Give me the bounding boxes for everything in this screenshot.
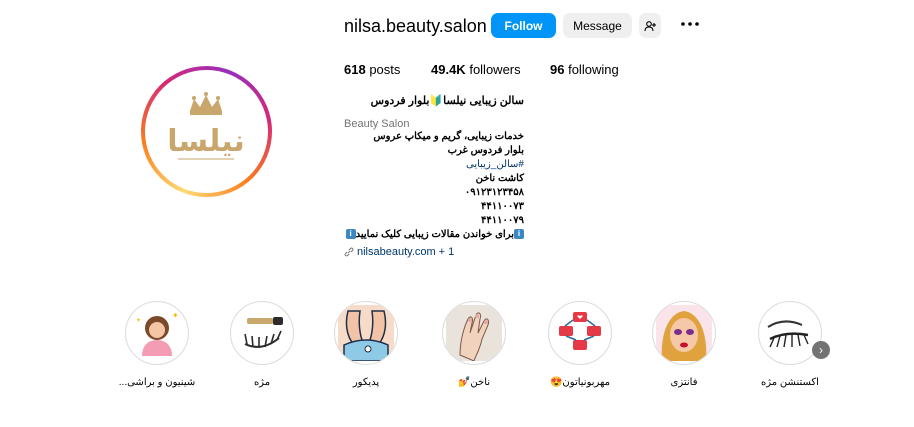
bio-link[interactable]: nilsabeauty.com + 1 bbox=[344, 246, 454, 258]
highlights-next-button[interactable]: › bbox=[812, 341, 830, 359]
info-icon: i bbox=[514, 229, 524, 240]
highlight-label: پدیکور bbox=[352, 377, 380, 388]
bio-text: خدمات زیبایی، گریم و میکاپ عروس بلوار فر… bbox=[344, 130, 524, 242]
posts-label: posts bbox=[369, 62, 401, 77]
highlight-label: شینیون و براشی... bbox=[118, 377, 196, 388]
highlight-cover bbox=[548, 301, 612, 365]
mascara-icon bbox=[244, 317, 283, 348]
posts-count: 618 bbox=[344, 62, 366, 77]
posts-stat: 618 posts bbox=[344, 62, 400, 77]
bio-line: خدمات زیبایی، گریم و میکاپ عروس bbox=[373, 131, 524, 142]
highlight-item[interactable]: پدیکور bbox=[321, 301, 411, 388]
highlight-item[interactable]: ✦ ✦ شینیون و براشی... bbox=[112, 301, 202, 388]
bio-line: بلوار فردوس غرب bbox=[447, 145, 524, 156]
bio-name: سالن زیبایی نیلسا🔰بلوار فردوس bbox=[370, 95, 524, 107]
highlight-label: ناخن💅 bbox=[457, 377, 491, 388]
highlight-item[interactable]: مهربونیاتون😍 bbox=[535, 301, 625, 388]
highlight-item[interactable]: فانتزی bbox=[639, 301, 729, 388]
highlight-item[interactable]: مژه bbox=[217, 301, 307, 388]
highlight-cover bbox=[230, 301, 294, 365]
hand-nails-icon bbox=[446, 305, 502, 361]
bio-category: Beauty Salon bbox=[344, 118, 410, 130]
svg-text:✦: ✦ bbox=[136, 317, 141, 324]
bio-phone: ۴۴۱۱۰۰۷۹ bbox=[481, 215, 524, 226]
chevron-right-icon: › bbox=[819, 343, 823, 357]
followers-count: 49.4K bbox=[431, 62, 466, 77]
heart-messages-icon bbox=[559, 312, 601, 350]
following-stat[interactable]: 96 following bbox=[550, 62, 619, 77]
username: nilsa.beauty.salon bbox=[344, 16, 487, 36]
more-options-icon[interactable] bbox=[680, 14, 700, 34]
avatar-border: نیلسا bbox=[145, 70, 268, 193]
profile-avatar[interactable]: نیلسا bbox=[141, 66, 272, 197]
following-count: 96 bbox=[550, 62, 565, 77]
crown-icon bbox=[190, 92, 222, 115]
svg-text:✦: ✦ bbox=[172, 311, 179, 320]
bio-phone: ۴۴۱۱۰۰۷۳ bbox=[481, 201, 524, 212]
salon-logo: نیلسا bbox=[150, 75, 263, 188]
bio-hashtag[interactable]: #سالن_زیبایی bbox=[344, 158, 524, 172]
followers-label: followers bbox=[469, 62, 521, 77]
following-label: following bbox=[568, 62, 619, 77]
bio-link-text[interactable]: nilsabeauty.com bbox=[357, 246, 436, 258]
highlight-cover bbox=[758, 301, 822, 365]
bio-articles-text: برای خواندن مقالات زیبایی کلیک نمایید bbox=[355, 229, 514, 240]
logo-text: نیلسا bbox=[167, 124, 245, 159]
suggest-user-button[interactable] bbox=[639, 13, 661, 38]
fantasy-makeup-icon bbox=[656, 305, 712, 361]
woman-icon: ✦ ✦ bbox=[136, 311, 179, 356]
message-button[interactable]: Message bbox=[563, 13, 632, 38]
highlight-label: فانتزی bbox=[670, 377, 698, 388]
bio-line: کاشت ناخن bbox=[475, 173, 524, 184]
link-icon bbox=[344, 247, 354, 257]
highlight-cover bbox=[442, 301, 506, 365]
highlight-label: مژه bbox=[253, 377, 271, 388]
eyelash-extension-icon bbox=[767, 320, 809, 348]
highlight-cover bbox=[334, 301, 398, 365]
highlight-label: مهربونیاتون😍 bbox=[549, 377, 611, 388]
highlight-cover bbox=[652, 301, 716, 365]
add-user-icon bbox=[644, 20, 656, 31]
pedicure-icon bbox=[338, 305, 394, 361]
bio-line-articles: iبرای خواندن مقالات زیبایی کلیک نماییدi bbox=[344, 228, 524, 242]
highlight-item[interactable]: ناخن💅 bbox=[429, 301, 519, 388]
followers-stat[interactable]: 49.4K followers bbox=[431, 62, 521, 77]
highlight-label: اکستنشن مژه bbox=[761, 377, 819, 388]
follow-button[interactable]: Follow bbox=[491, 13, 556, 38]
bio-link-more[interactable]: + 1 bbox=[439, 246, 455, 258]
highlight-cover: ✦ ✦ bbox=[125, 301, 189, 365]
bio-phone: ۰۹۱۲۳۱۲۳۴۵۸ bbox=[464, 187, 524, 198]
salon-logo-art: نیلسا bbox=[167, 92, 245, 160]
info-icon: i bbox=[345, 229, 356, 240]
